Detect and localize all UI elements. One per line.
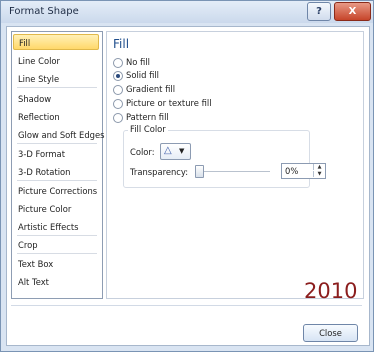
nav-separator: [17, 235, 97, 236]
footer-divider: [11, 305, 362, 306]
close-button[interactable]: Close: [303, 324, 358, 342]
radio-button[interactable]: [113, 99, 123, 109]
nav-item-fill[interactable]: Fill: [13, 34, 99, 50]
category-list: Fill Line Color Line Style Shadow Reflec…: [11, 31, 105, 299]
radio-button-checked[interactable]: [113, 71, 123, 81]
title-bar[interactable]: Format Shape ? X: [1, 1, 373, 23]
transparency-slider-track[interactable]: [196, 171, 270, 172]
color-label: Color:: [130, 147, 155, 157]
transparency-value[interactable]: 0%: [285, 166, 298, 176]
radio-button[interactable]: [113, 85, 123, 95]
nav-separator: [17, 87, 97, 88]
dialog-body: Fill Line Color Line Style Shadow Reflec…: [6, 26, 370, 346]
fill-color-group: Fill Color Color: △ ▼ Transparency: 0% ▲…: [123, 124, 326, 188]
nav-item-reflection[interactable]: Reflection: [13, 109, 99, 125]
nav-item-picture-corrections[interactable]: Picture Corrections: [13, 183, 99, 199]
version-mark: 2010: [304, 279, 358, 303]
radio-button[interactable]: [113, 113, 123, 123]
nav-separator: [17, 253, 97, 254]
group-title: Fill Color: [128, 124, 168, 134]
format-shape-dialog: Format Shape ? X Fill Line Color Line St…: [0, 0, 374, 352]
transparency-slider-thumb[interactable]: [195, 165, 204, 178]
nav-item-crop[interactable]: Crop: [13, 237, 99, 253]
nav-item-3d-rotation[interactable]: 3-D Rotation: [13, 164, 99, 180]
radio-label: Solid fill: [126, 70, 160, 80]
fill-panel: Fill No fill Solid fill Gradient fill Pi…: [106, 31, 364, 303]
paint-bucket-icon: △: [164, 145, 172, 156]
nav-item-shadow[interactable]: Shadow: [13, 91, 99, 107]
chevron-down-icon: ▼: [179, 147, 185, 155]
radio-button[interactable]: [113, 58, 123, 68]
nav-item-picture-color[interactable]: Picture Color: [13, 201, 99, 217]
transparency-label: Transparency:: [130, 167, 189, 177]
nav-item-glow-soft-edges[interactable]: Glow and Soft Edges: [13, 127, 105, 143]
color-picker-button[interactable]: △ ▼: [160, 143, 191, 160]
dialog-title: Format Shape: [9, 6, 79, 17]
nav-item-line-style[interactable]: Line Style: [13, 71, 99, 87]
nav-separator: [17, 143, 97, 144]
nav-item-artistic-effects[interactable]: Artistic Effects: [13, 219, 99, 235]
nav-separator: [17, 180, 97, 181]
panel-title: Fill: [113, 37, 130, 51]
radio-label: Gradient fill: [126, 84, 176, 94]
radio-label: Pattern fill: [126, 112, 169, 122]
window-close-button[interactable]: X: [334, 2, 371, 21]
nav-item-line-color[interactable]: Line Color: [13, 53, 99, 69]
radio-label: No fill: [126, 57, 150, 67]
help-button[interactable]: ?: [307, 2, 331, 21]
spin-up-icon[interactable]: ▲: [313, 164, 325, 170]
nav-item-text-box[interactable]: Text Box: [13, 256, 99, 272]
nav-item-alt-text[interactable]: Alt Text: [13, 274, 99, 290]
transparency-spinner[interactable]: 0% ▲ ▼: [281, 163, 326, 179]
spin-down-icon[interactable]: ▼: [313, 171, 325, 177]
radio-label: Picture or texture fill: [126, 98, 212, 108]
nav-item-3d-format[interactable]: 3-D Format: [13, 146, 99, 162]
